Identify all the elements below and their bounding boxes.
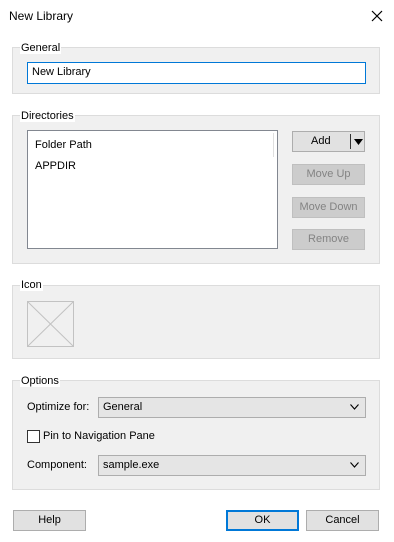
optimize-for-label: Optimize for: bbox=[27, 401, 90, 413]
list-item[interactable]: APPDIR bbox=[35, 160, 76, 172]
cancel-button[interactable]: Cancel bbox=[306, 510, 379, 531]
close-button[interactable] bbox=[364, 4, 390, 28]
ok-button[interactable]: OK bbox=[226, 510, 299, 531]
chevron-down-icon[interactable] bbox=[354, 139, 363, 145]
add-button-label: Add bbox=[311, 135, 331, 147]
list-scrollbar[interactable] bbox=[273, 133, 274, 157]
component-value: sample.exe bbox=[103, 459, 160, 471]
component-select[interactable]: sample.exe bbox=[98, 455, 366, 476]
options-group-label: Options bbox=[20, 375, 60, 387]
pin-to-nav-checkbox[interactable] bbox=[27, 430, 40, 443]
remove-button[interactable]: Remove bbox=[292, 229, 365, 250]
close-icon bbox=[371, 10, 383, 22]
split-divider bbox=[350, 134, 351, 149]
directories-list[interactable]: Folder Path APPDIR bbox=[27, 130, 278, 249]
chevron-down-icon bbox=[350, 462, 359, 468]
window-title: New Library bbox=[9, 9, 74, 23]
icon-group-label: Icon bbox=[20, 279, 43, 291]
help-button[interactable]: Help bbox=[13, 510, 86, 531]
component-label: Component: bbox=[27, 459, 87, 471]
title-bar: New Library bbox=[0, 0, 394, 32]
directories-group-label: Directories bbox=[20, 110, 75, 122]
list-item[interactable]: Folder Path bbox=[35, 139, 92, 151]
move-down-button[interactable]: Move Down bbox=[292, 197, 365, 218]
image-placeholder-icon bbox=[28, 302, 73, 346]
add-split-button[interactable]: Add bbox=[292, 131, 365, 152]
optimize-for-select[interactable]: General bbox=[98, 397, 366, 418]
general-group-label: General bbox=[20, 42, 62, 54]
optimize-for-value: General bbox=[103, 401, 143, 413]
move-up-button[interactable]: Move Up bbox=[292, 164, 365, 185]
library-name-input[interactable]: New Library bbox=[27, 62, 366, 84]
pin-to-nav-label[interactable]: Pin to Navigation Pane bbox=[43, 430, 155, 442]
chevron-down-icon bbox=[350, 404, 359, 410]
library-icon-preview[interactable] bbox=[27, 301, 74, 347]
